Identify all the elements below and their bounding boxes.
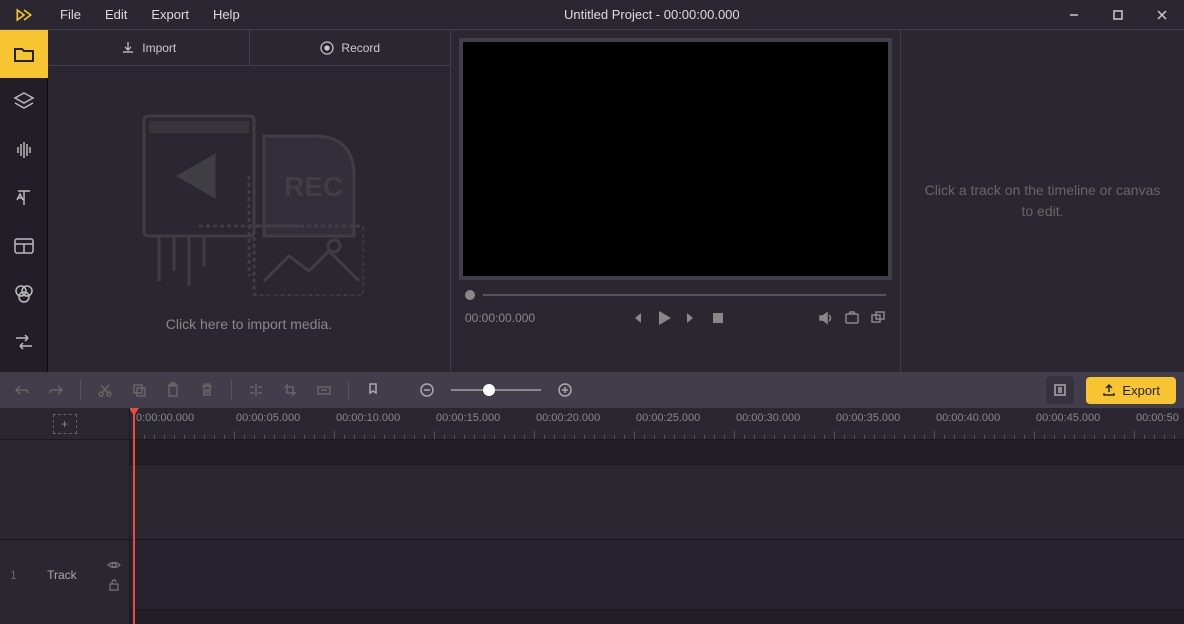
import-tab[interactable]: Import	[48, 30, 250, 65]
sidebar	[0, 30, 48, 372]
timeline-lanes[interactable]: 0:00:00.000 00:00:05.000 00:00:10.000 00:00…	[130, 408, 1184, 624]
record-tab[interactable]: Record	[250, 30, 451, 65]
speed-button[interactable]	[310, 376, 338, 404]
track-icons	[107, 558, 129, 592]
snapshot-icon[interactable]	[844, 310, 860, 326]
app-logo-icon	[0, 0, 48, 30]
toolbar-settings-button[interactable]	[1046, 376, 1074, 404]
sidebar-transitions-icon[interactable]	[0, 318, 48, 366]
redo-button[interactable]	[42, 376, 70, 404]
timeline: + 1 Track 0:00:00.000 00:00:05.000 00:00:1…	[0, 408, 1184, 624]
undo-button[interactable]	[8, 376, 36, 404]
zoom-thumb[interactable]	[483, 384, 495, 396]
zoom-control	[413, 376, 579, 404]
play-button[interactable]	[654, 308, 674, 328]
import-hint: Click here to import media.	[166, 316, 333, 332]
import-icon	[120, 40, 136, 56]
ruler-label: 00:00:45.000	[1036, 412, 1100, 424]
import-art-icon: REC	[134, 106, 364, 296]
visibility-icon[interactable]	[107, 558, 121, 572]
properties-hint: Click a track on the timeline or canvas …	[901, 180, 1184, 222]
track-header[interactable]: 1 Track	[0, 540, 129, 610]
lane-empty[interactable]	[130, 465, 1184, 540]
canvas-frame	[459, 38, 892, 280]
ruler-label: 00:00:35.000	[836, 412, 900, 424]
close-button[interactable]	[1140, 0, 1184, 30]
properties-panel: Click a track on the timeline or canvas …	[901, 30, 1184, 372]
timeline-track-headers: + 1 Track	[0, 408, 130, 624]
export-button[interactable]: Export	[1086, 377, 1176, 404]
volume-icon[interactable]	[818, 310, 834, 326]
window-controls	[1052, 0, 1184, 30]
paste-button[interactable]	[159, 376, 187, 404]
lane-spacer	[130, 440, 1184, 465]
ruler-label: 00:00:10.000	[336, 412, 400, 424]
playback-time: 00:00:00.000	[465, 311, 535, 325]
menu-edit[interactable]: Edit	[93, 0, 139, 30]
timeline-toolbar: Export	[0, 372, 1184, 408]
menu-export[interactable]: Export	[139, 0, 201, 30]
import-tab-label: Import	[142, 41, 176, 55]
lock-icon[interactable]	[107, 578, 121, 592]
track-header-gap	[0, 440, 129, 540]
maximize-button[interactable]	[1096, 0, 1140, 30]
track-number: 1	[10, 568, 17, 582]
crop-button[interactable]	[276, 376, 304, 404]
split-button[interactable]	[242, 376, 270, 404]
media-panel: Import Record	[48, 30, 451, 372]
ruler-label: 00:00:15.000	[436, 412, 500, 424]
zoom-slider[interactable]	[451, 389, 541, 391]
main-area: Import Record	[0, 30, 1184, 372]
lane-track-1[interactable]	[130, 540, 1184, 610]
stop-button[interactable]	[710, 310, 726, 326]
timeline-ruler[interactable]: 0:00:00.000 00:00:05.000 00:00:10.000 00:00…	[130, 408, 1184, 440]
cut-button[interactable]	[91, 376, 119, 404]
preview-panel: 00:00:00.000	[451, 30, 901, 372]
track-head-row: +	[0, 408, 129, 440]
preview-canvas[interactable]	[463, 42, 888, 276]
export-icon	[1102, 383, 1116, 397]
playback-controls: 00:00:00.000	[459, 304, 892, 338]
prev-frame-button[interactable]	[628, 310, 644, 326]
delete-button[interactable]	[193, 376, 221, 404]
ruler-label: 00:00:25.000	[636, 412, 700, 424]
menu-bar: File Edit Export Help	[48, 0, 252, 30]
window-title: Untitled Project - 00:00:00.000	[252, 7, 1052, 22]
sidebar-filters-icon[interactable]	[0, 270, 48, 318]
track-name: Track	[25, 568, 99, 582]
ruler-label: 00:00:40.000	[936, 412, 1000, 424]
zoom-out-button[interactable]	[413, 376, 441, 404]
sidebar-media-icon[interactable]	[0, 30, 48, 78]
playhead[interactable]	[133, 408, 135, 624]
ruler-label: 0:00:00.000	[136, 412, 194, 424]
record-tab-label: Record	[341, 41, 380, 55]
titlebar: File Edit Export Help Untitled Project -…	[0, 0, 1184, 30]
export-label: Export	[1122, 383, 1160, 398]
ruler-label: 00:00:30.000	[736, 412, 800, 424]
record-icon	[319, 40, 335, 56]
menu-file[interactable]: File	[48, 0, 93, 30]
sidebar-layers-icon[interactable]	[0, 78, 48, 126]
minimize-button[interactable]	[1052, 0, 1096, 30]
marker-button[interactable]	[359, 376, 387, 404]
ruler-label: 00:00:05.000	[236, 412, 300, 424]
copy-button[interactable]	[125, 376, 153, 404]
zoom-in-button[interactable]	[551, 376, 579, 404]
sidebar-audio-icon[interactable]	[0, 126, 48, 174]
seek-bar[interactable]	[459, 280, 892, 304]
seek-track[interactable]	[483, 294, 886, 296]
next-frame-button[interactable]	[684, 310, 700, 326]
import-dropzone[interactable]: REC Click here to import media.	[48, 66, 450, 372]
menu-help[interactable]: Help	[201, 0, 252, 30]
detach-icon[interactable]	[870, 310, 886, 326]
media-tabs: Import Record	[48, 30, 450, 66]
sidebar-templates-icon[interactable]	[0, 222, 48, 270]
ruler-label: 00:00:20.000	[536, 412, 600, 424]
ruler-label: 00:00:50	[1136, 412, 1179, 424]
svg-text:REC: REC	[284, 171, 343, 202]
add-track-button[interactable]: +	[53, 414, 77, 434]
seek-handle[interactable]	[465, 290, 475, 300]
sidebar-text-icon[interactable]	[0, 174, 48, 222]
